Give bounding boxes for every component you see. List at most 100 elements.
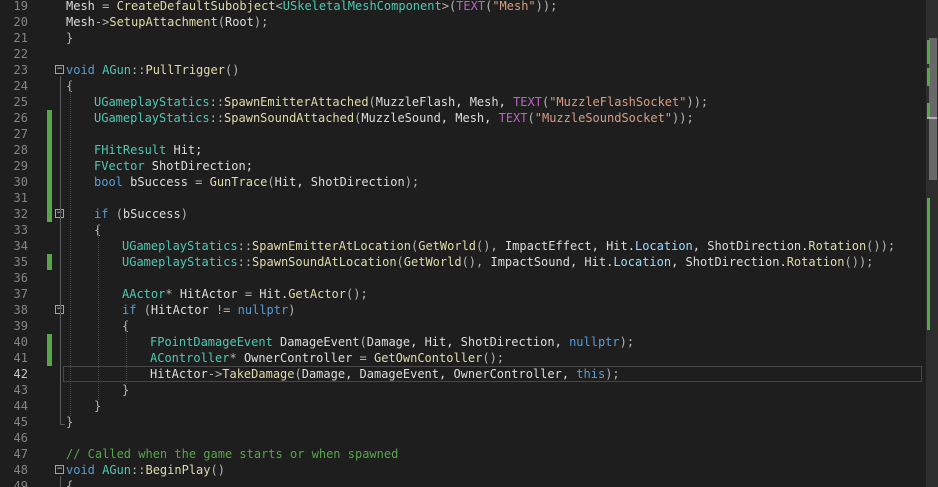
code-token: AGun — [102, 63, 132, 77]
code-token: (), — [476, 239, 505, 253]
change-indicator — [47, 334, 52, 350]
code-line[interactable]: 33{ — [0, 222, 926, 238]
code-token: FVector — [94, 159, 152, 173]
code-line[interactable]: 25 UGameplayStatics::SpawnEmitterAttached… — [0, 94, 926, 110]
code-token: nullptr — [569, 335, 620, 349]
code-line[interactable]: 20 Mesh->SetupAttachment(Root); — [0, 14, 926, 30]
code-line[interactable]: 37 AActor* HitActor = Hit.GetActor(); — [0, 286, 926, 302]
code-token: ( — [396, 255, 404, 269]
code-token: ( — [217, 15, 225, 29]
code-token: TEXT — [498, 111, 528, 125]
collapse-icon[interactable]: − — [55, 65, 64, 74]
code-line[interactable]: 22 — [0, 46, 926, 62]
code-line[interactable]: 42 HitActor->TakeDamage(Damage, DamageEve… — [0, 366, 926, 382]
code-token: SpawnEmitterAtLocation — [252, 239, 411, 253]
code-token: Mesh — [66, 15, 95, 29]
code-text: UGameplayStatics::SpawnEmitterAtLocation… — [122, 238, 895, 254]
code-line[interactable]: 36 — [0, 270, 926, 286]
code-token: != — [215, 303, 238, 317]
scrollbar-thumb[interactable] — [929, 38, 937, 180]
line-number: 30 — [13, 175, 28, 189]
code-line[interactable]: 30 bool bSuccess = GunTrace(Hit, ShotDire… — [0, 174, 926, 190]
code-line[interactable]: 49 { — [0, 478, 926, 487]
code-token: } — [66, 31, 74, 45]
code-token: () — [224, 63, 240, 77]
code-token: void — [66, 463, 103, 477]
code-line[interactable]: 26 UGameplayStatics::SpawnSoundAttached (M… — [0, 110, 926, 126]
code-token: GetActor — [288, 287, 346, 301]
code-token: Hit, ShotDirection — [274, 175, 405, 189]
code-line[interactable]: 34 UGameplayStatics::SpawnEmitterAtLocati… — [0, 238, 926, 254]
code-line[interactable]: 46 — [0, 430, 926, 446]
code-token: this — [576, 367, 606, 381]
code-text: void AGun::BeginPlay() — [66, 462, 225, 478]
line-number: 48 — [13, 463, 28, 477]
line-number: 45 — [13, 415, 28, 429]
code-line[interactable]: 39{ — [0, 318, 926, 334]
code-text: } — [122, 382, 129, 398]
code-token: GetWorld — [418, 239, 477, 253]
code-line[interactable]: 47 // Called when the game starts or when… — [0, 446, 926, 462]
code-line[interactable]: 27 — [0, 126, 926, 142]
code-line[interactable]: 43} — [0, 382, 926, 398]
code-line[interactable]: 40 FPointDamageEvent DamageEvent(Damage, … — [0, 334, 926, 350]
line-number: 24 — [13, 79, 28, 93]
code-token: -> — [94, 15, 110, 29]
code-token: ( — [527, 111, 535, 125]
change-indicator — [47, 254, 52, 270]
change-indicator — [47, 206, 52, 222]
code-text: AActor* HitActor = Hit.GetActor(); — [122, 286, 368, 302]
code-token: , ShotDirection. — [692, 239, 809, 253]
code-line[interactable]: 28 FHitResult Hit; — [0, 142, 926, 158]
code-token: if — [122, 303, 144, 317]
code-editor[interactable]: 19 Mesh = CreateDefaultSubobject<USkeleta… — [0, 0, 938, 487]
code-line[interactable]: 41 AController* OwnerController = GetOwnC… — [0, 350, 926, 366]
code-token: ShotDirection; — [151, 159, 253, 173]
code-token: DamageEvent — [280, 335, 360, 349]
code-token: ); — [605, 367, 620, 381]
code-token: if — [94, 207, 116, 221]
line-number: 40 — [13, 335, 28, 349]
code-line[interactable]: 31 — [0, 190, 926, 206]
scope-outline-end — [60, 424, 65, 425]
code-text: // Called when the game starts or when s… — [66, 446, 398, 462]
code-text: Mesh->SetupAttachment(Root); — [66, 14, 268, 30]
code-token: :: — [131, 63, 146, 77]
line-number: 35 — [13, 255, 28, 269]
code-token: SpawnSoundAttached — [224, 111, 355, 125]
code-token: "Mesh" — [492, 0, 536, 13]
collapse-icon[interactable]: − — [55, 465, 64, 474]
code-line[interactable]: 48 − void AGun::BeginPlay() — [0, 462, 926, 478]
code-text: { — [66, 478, 73, 487]
code-token: () — [210, 463, 225, 477]
line-number: 47 — [13, 447, 28, 461]
code-token: Hit; — [173, 143, 203, 157]
code-line[interactable]: 23 − void AGun::PullTrigger() — [0, 62, 926, 78]
code-line[interactable]: 32−if (bSuccess) — [0, 206, 926, 222]
code-text: Mesh = CreateDefaultSubobject<USkeletalM… — [66, 0, 557, 14]
code-token: SpawnEmitterAttached — [224, 95, 369, 109]
indent-guide — [98, 224, 99, 400]
code-text: } — [94, 398, 101, 414]
code-line[interactable]: 44} — [0, 398, 926, 414]
code-line[interactable]: 45} — [0, 414, 926, 430]
change-indicator — [47, 190, 52, 206]
code-token: -> — [207, 367, 223, 381]
code-line[interactable]: 38−if (HitActor != nullptr) — [0, 302, 926, 318]
code-token: )); — [686, 95, 709, 109]
code-token: >( — [441, 0, 457, 13]
code-token: } — [66, 415, 74, 429]
code-line[interactable]: 35 UGameplayStatics::SpawnSoundAtLocation… — [0, 254, 926, 270]
code-token: ImpactEffect, Hit. — [504, 239, 635, 253]
code-token: AActor — [122, 287, 166, 301]
code-line[interactable]: 19 Mesh = CreateDefaultSubobject<USkeleta… — [0, 0, 926, 14]
scrollbar-change-marker — [927, 68, 930, 86]
code-token: :: — [237, 255, 253, 269]
code-text: UGameplayStatics::SpawnSoundAtLocation(G… — [122, 254, 873, 270]
line-number: 29 — [13, 159, 28, 173]
code-line[interactable]: 24{ — [0, 78, 926, 94]
code-token: UGameplayStatics — [122, 255, 238, 269]
line-number: 46 — [13, 431, 28, 445]
code-line[interactable]: 29 FVector ShotDirection; — [0, 158, 926, 174]
code-line[interactable]: 21} — [0, 30, 926, 46]
